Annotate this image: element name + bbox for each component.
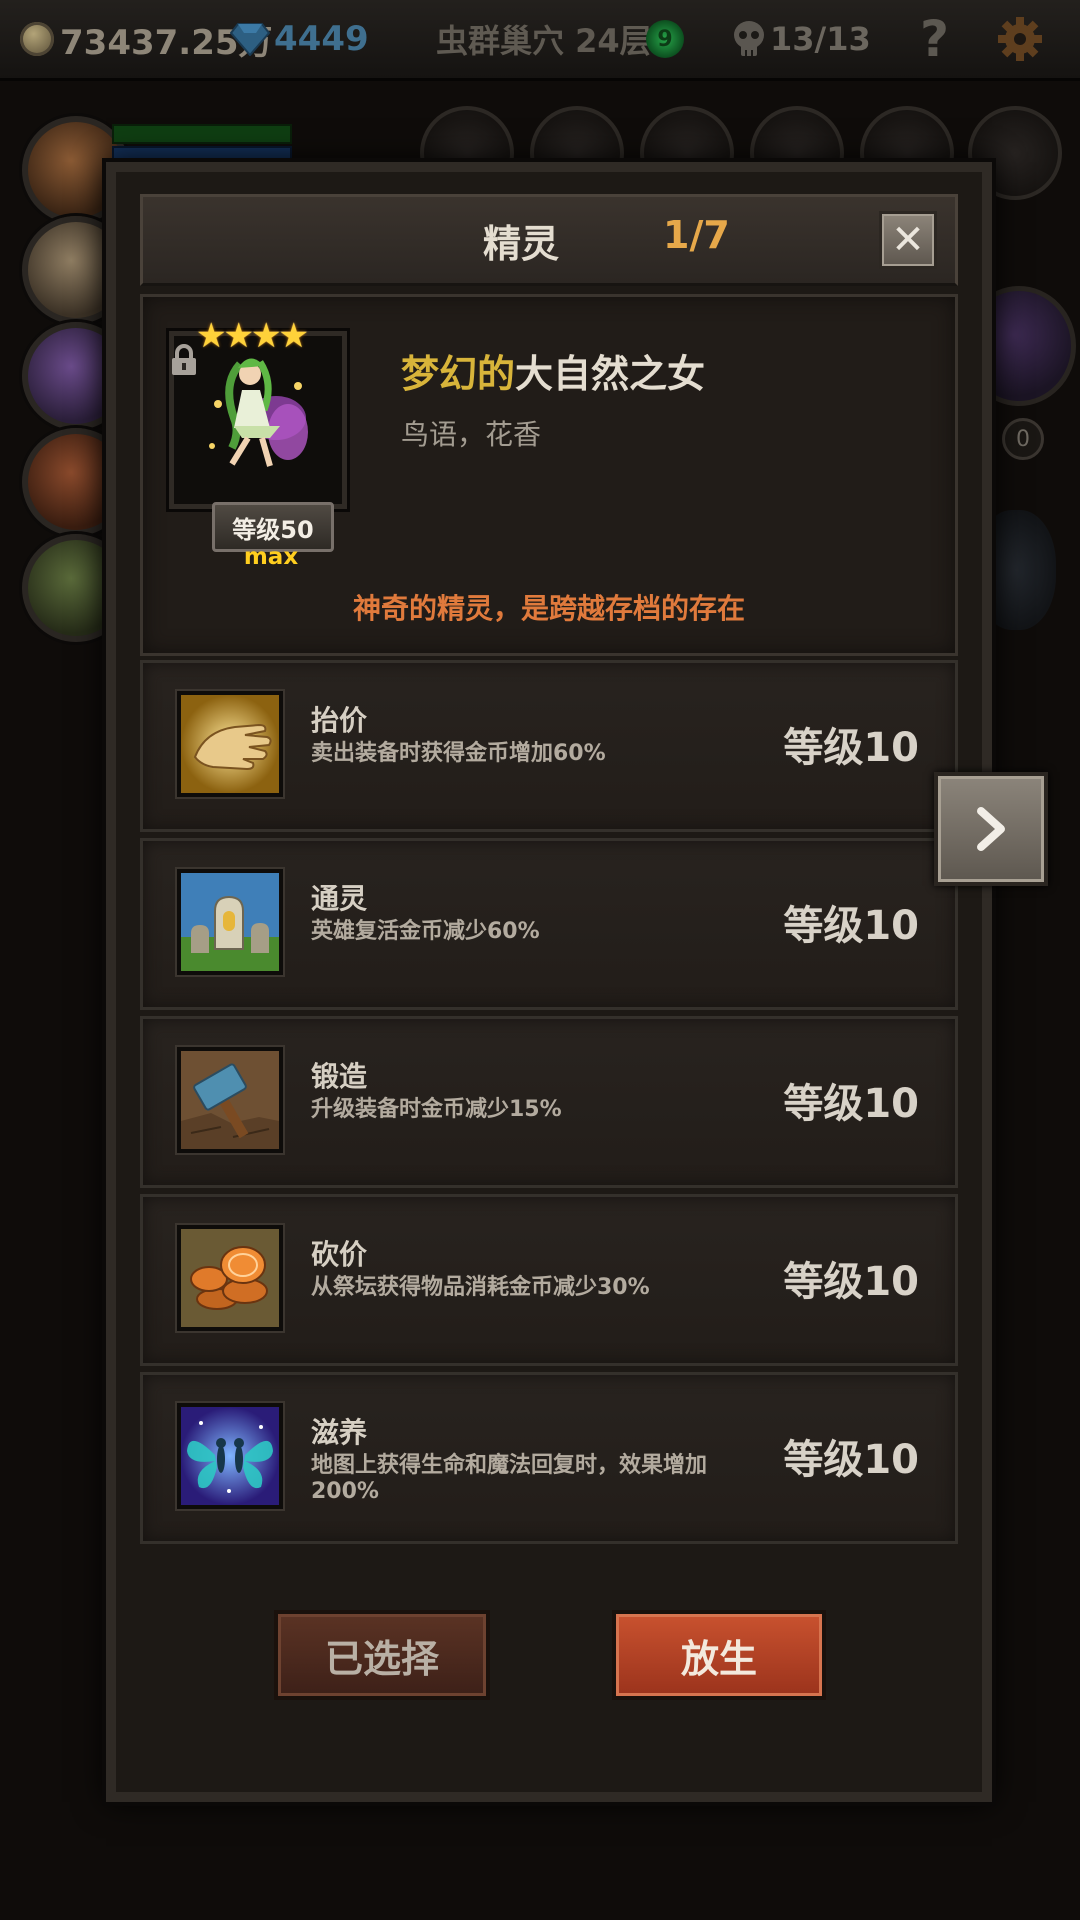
help-button[interactable]: ? <box>920 0 949 78</box>
release-button-label: 放生 <box>680 1636 757 1681</box>
max-level-tag: max <box>243 544 299 570</box>
green-badge-icon[interactable]: 9 <box>646 20 684 58</box>
sprite-portrait[interactable]: ★★★★ 等级50 max <box>169 316 347 570</box>
skill-description: 升级装备时金币减少15% <box>311 1097 562 1122</box>
chevron-right-icon[interactable] <box>971 805 1011 853</box>
companion-count-value: 0 <box>1016 426 1030 452</box>
skill-description: 地图上获得生命和魔法回复时，效果增加200% <box>311 1453 708 1504</box>
page-indicator: 1/7 <box>663 213 730 257</box>
skill-level: 等级10 <box>783 725 919 771</box>
skill-name: 抬价 <box>311 704 368 737</box>
mana-bar <box>112 146 292 162</box>
sprite-info-panel: ★★★★ 等级50 max 梦幻的大自然之女 鸟语，花香 神奇的精灵，是跨越存档… <box>140 294 958 656</box>
selected-button-label: 已选择 <box>324 1636 439 1681</box>
gem-amount: 4449 <box>274 19 369 59</box>
floor-label: 虫群巢穴 24层 <box>436 22 652 60</box>
sprite-subtitle: 鸟语，花香 <box>401 418 542 451</box>
kill-counter: 13/13 <box>732 0 871 78</box>
sprite-level: 等级50 <box>232 515 314 544</box>
settings-button[interactable] <box>996 0 1044 78</box>
skill-description: 从祭坛获得物品消耗金币减少30% <box>311 1275 650 1300</box>
diamond-icon <box>230 23 270 56</box>
skill-card-bargain: 砍价 从祭坛获得物品消耗金币减少30% 等级10 <box>140 1194 958 1366</box>
hand-icon <box>177 691 283 797</box>
hero-status-bars <box>112 124 292 162</box>
dialog-header: 精灵 1/7 ✕ <box>140 194 958 286</box>
skill-name: 滋养 <box>311 1416 368 1449</box>
skill-name: 通灵 <box>311 882 368 915</box>
skill-card-necromancy: 通灵 英雄复活金币减少60% 等级10 <box>140 838 958 1010</box>
coins-icon <box>177 1225 283 1331</box>
dialog-title: 精灵 <box>483 222 560 266</box>
help-icon[interactable]: ? <box>920 10 949 68</box>
green-badge-value: 9 <box>657 26 673 52</box>
hammer-icon <box>177 1047 283 1153</box>
close-button[interactable]: ✕ <box>879 211 937 269</box>
kill-count: 13/13 <box>770 20 871 58</box>
sprite-description: 神奇的精灵，是跨越存档的存在 <box>352 592 745 625</box>
lock-icon[interactable] <box>170 344 198 376</box>
skull-icon <box>734 21 764 56</box>
tombstone-icon <box>177 869 283 975</box>
top-status-bar: 73437.25万 4449 虫群巢穴 24层 9 13/13 ? <box>0 0 1080 81</box>
skill-name: 锻造 <box>311 1060 368 1093</box>
green-badge[interactable]: 9 <box>646 0 684 78</box>
release-button[interactable]: 放生 <box>612 1610 826 1700</box>
sprite-name-main: 大自然之女 <box>515 352 706 396</box>
star-rating: ★★★★ <box>196 316 309 356</box>
skill-description: 英雄复活金币减少60% <box>311 919 540 944</box>
fairy-sprite-image <box>209 358 308 467</box>
next-page-button[interactable] <box>934 772 1048 886</box>
sprite-dialog: 精灵 1/7 ✕ ★★★★ 等级50 max 梦幻的大自然之女 鸟语，花香 神奇… <box>106 162 992 1802</box>
skill-level: 等级10 <box>783 1259 919 1305</box>
skill-card-nourish: 滋养 地图上获得生命和魔法回复时，效果增加200% 等级10 <box>140 1372 958 1544</box>
sprite-name-prefix: 梦幻的 <box>401 352 516 396</box>
skill-description: 卖出装备时获得金币增加60% <box>311 741 606 766</box>
dungeon-floor: 虫群巢穴 24层 <box>436 0 652 78</box>
sprite-name: 梦幻的大自然之女 <box>401 343 705 398</box>
selected-button[interactable]: 已选择 <box>274 1610 490 1700</box>
fairies-icon <box>177 1403 283 1509</box>
close-icon[interactable]: ✕ <box>891 217 925 263</box>
skill-name: 砍价 <box>311 1238 368 1271</box>
health-bar <box>112 124 292 144</box>
gold-coin-icon <box>20 22 54 56</box>
skill-card-raise-price: 抬价 卖出装备时获得金币增加60% 等级10 <box>140 660 958 832</box>
gem-display: 4449 <box>226 0 369 78</box>
skill-level: 等级10 <box>783 1437 919 1483</box>
skill-level: 等级10 <box>783 1081 919 1127</box>
skill-card-forging: 锻造 升级装备时金币减少15% 等级10 <box>140 1016 958 1188</box>
gear-icon[interactable] <box>996 15 1044 63</box>
companion-count: 0 <box>1002 418 1044 460</box>
skill-level: 等级10 <box>783 903 919 949</box>
